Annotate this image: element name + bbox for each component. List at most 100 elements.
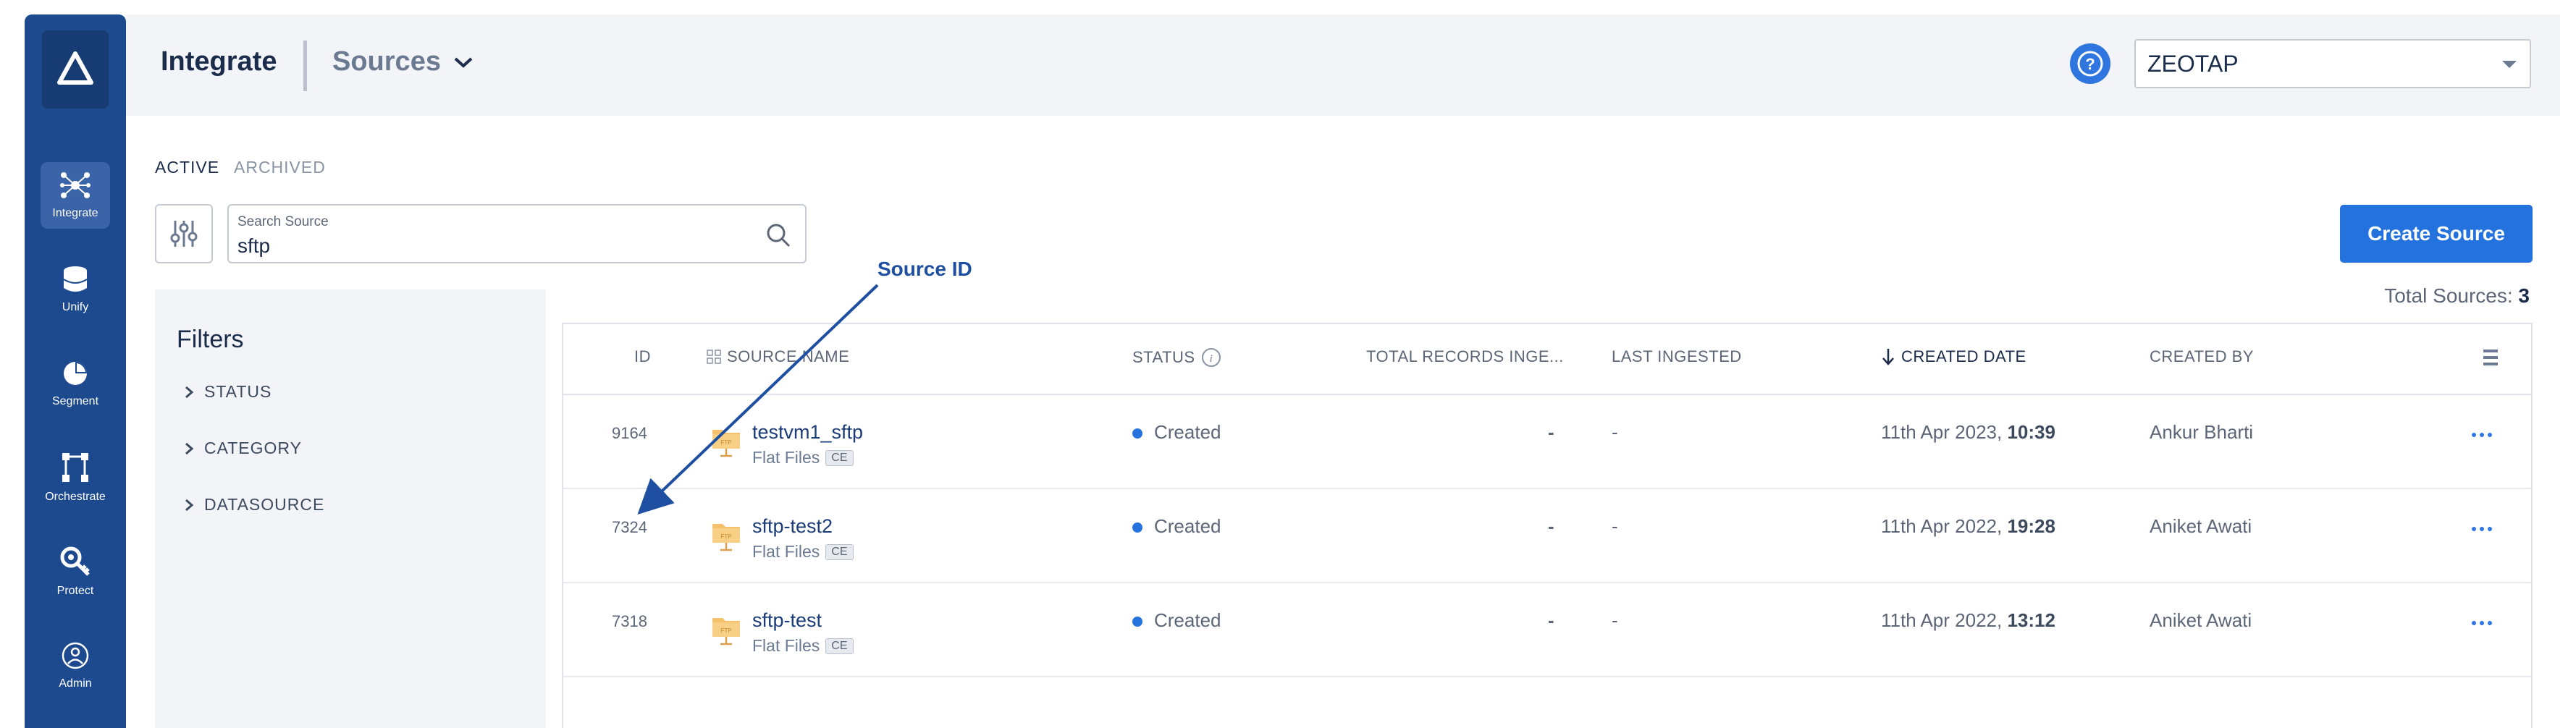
search-label: Search Source: [237, 214, 329, 229]
created-date-day: 11th Apr 2023,: [1881, 421, 2003, 443]
sidebar-item-label: Admin: [59, 677, 92, 690]
svg-text:FTP: FTP: [720, 627, 731, 634]
filters-title: Filters: [177, 326, 244, 353]
last-ingested: -: [1612, 609, 1618, 631]
sidebar-item-label: Segment: [51, 395, 99, 407]
grid-icon: [707, 350, 721, 364]
chevron-right-icon: [185, 386, 194, 398]
more-options-icon[interactable]: [2472, 527, 2493, 533]
source-name-link[interactable]: testvm1_sftp: [752, 421, 863, 444]
sidebar-item-integrate[interactable]: Integrate: [41, 162, 110, 229]
ftp-folder-icon: FTP: [712, 430, 740, 457]
tab-archived[interactable]: ARCHIVED: [234, 158, 326, 177]
created-date: 11th Apr 2022, 19:28: [1881, 515, 2055, 538]
table-header-divider: [563, 394, 2531, 395]
filter-status[interactable]: STATUS: [184, 382, 272, 402]
svg-text:?: ?: [2085, 55, 2095, 73]
filter-category[interactable]: CATEGORY: [184, 439, 302, 458]
last-ingested: -: [1612, 421, 1618, 443]
column-header-status[interactable]: STATUS i: [1132, 347, 1221, 368]
filters-panel: Filters STATUS CATEGORY DATASOURCE: [155, 289, 546, 728]
status-cell: Created: [1132, 609, 1221, 632]
total-records: -: [1548, 515, 1554, 537]
source-type-label: Flat Files: [752, 448, 820, 467]
status-dot-icon: [1132, 522, 1142, 533]
column-header-source-name[interactable]: SOURCE NAME: [707, 347, 849, 366]
ce-badge: CE: [825, 638, 854, 654]
info-icon[interactable]: i: [1201, 347, 1221, 368]
last-ingested: -: [1612, 515, 1618, 537]
create-source-button[interactable]: Create Source: [2340, 205, 2533, 263]
annotation-label: Source ID: [877, 258, 972, 280]
source-type: Flat Files CE: [752, 636, 854, 656]
source-type: Flat Files CE: [752, 542, 854, 562]
column-settings-icon[interactable]: [2482, 347, 2499, 368]
total-records: -: [1548, 609, 1554, 631]
filter-label: CATEGORY: [204, 439, 302, 457]
status-cell: Created: [1132, 421, 1221, 444]
help-icon: ?: [2077, 51, 2103, 77]
source-name-link[interactable]: sftp-test2: [752, 515, 833, 538]
status-cell: Created: [1132, 515, 1221, 538]
search-input[interactable]: Search Source sftp: [227, 204, 807, 263]
tab-active[interactable]: ACTIVE: [155, 158, 219, 177]
filter-label: DATASOURCE: [204, 495, 325, 514]
created-by: Aniket Awati: [2150, 515, 2252, 537]
column-header-id[interactable]: ID: [634, 347, 651, 366]
created-by: Ankur Bharti: [2150, 421, 2254, 443]
row-divider: [563, 582, 2531, 583]
more-options-icon[interactable]: [2472, 621, 2493, 627]
created-date-time: 13:12: [2007, 609, 2055, 631]
sliders-icon: [170, 221, 198, 247]
org-select-value: ZEOTAP: [2147, 50, 2239, 77]
top-header: Integrate Sources ? ZEOTAP: [126, 14, 2560, 116]
ce-badge: CE: [825, 543, 854, 560]
source-id: 7324: [612, 518, 647, 536]
search-value[interactable]: sftp: [237, 234, 270, 258]
column-header-last-ingested[interactable]: LAST INGESTED: [1612, 347, 1742, 366]
created-date: 11th Apr 2023, 10:39: [1881, 421, 2055, 444]
workflow-icon: [62, 453, 88, 482]
sidebar-item-protect[interactable]: Protect: [41, 538, 110, 605]
source-name-link[interactable]: sftp-test: [752, 609, 822, 632]
total-sources: Total Sources: 3: [2384, 284, 2530, 308]
column-header-created-date[interactable]: CREATED DATE: [1881, 347, 2026, 366]
database-icon: [63, 266, 88, 292]
org-select[interactable]: ZEOTAP: [2134, 39, 2531, 88]
sidebar-item-segment[interactable]: Segment: [41, 350, 110, 417]
svg-text:FTP: FTP: [720, 439, 731, 446]
logo-icon: [57, 51, 93, 85]
created-date-time: 10:39: [2007, 421, 2055, 443]
sidebar-item-label: Integrate: [52, 207, 98, 219]
help-button[interactable]: ?: [2070, 43, 2110, 84]
created-date: 11th Apr 2022, 13:12: [1881, 609, 2055, 632]
status-label: Created: [1154, 609, 1221, 631]
more-options-icon[interactable]: [2472, 433, 2493, 439]
section-label: Sources: [332, 46, 441, 77]
sidebar-item-label: Orchestrate: [45, 491, 106, 503]
column-header-label: CREATED DATE: [1901, 347, 2026, 365]
created-date-day: 11th Apr 2022,: [1881, 609, 2003, 631]
search-icon[interactable]: [765, 221, 792, 249]
sidebar-item-orchestrate[interactable]: Orchestrate: [41, 444, 110, 511]
sidebar-item-unify[interactable]: Unify: [41, 256, 110, 323]
pie-chart-icon: [64, 362, 87, 385]
section-dropdown[interactable]: Sources: [332, 46, 474, 77]
sidebar-item-admin[interactable]: Admin: [41, 632, 110, 699]
column-header-total-records[interactable]: TOTAL RECORDS INGE...: [1366, 347, 1564, 366]
caret-down-icon: [2502, 61, 2517, 68]
filter-toggle-button[interactable]: [155, 204, 213, 263]
ce-badge: CE: [825, 449, 854, 466]
chevron-down-icon: [454, 57, 473, 68]
sort-down-arrow-icon: [1882, 349, 1894, 365]
sidebar: Integrate Unify Segment Orchestrate Prot…: [25, 14, 126, 728]
row-divider: [563, 676, 2531, 677]
app-logo[interactable]: [42, 30, 109, 109]
status-label: Created: [1154, 421, 1221, 443]
source-type-label: Flat Files: [752, 542, 820, 561]
ftp-folder-icon: FTP: [712, 618, 740, 646]
column-header-created-by[interactable]: CREATED BY: [2150, 347, 2254, 366]
svg-text:FTP: FTP: [720, 533, 731, 540]
filter-datasource[interactable]: DATASOURCE: [184, 495, 324, 515]
integrate-icon: [60, 172, 91, 198]
